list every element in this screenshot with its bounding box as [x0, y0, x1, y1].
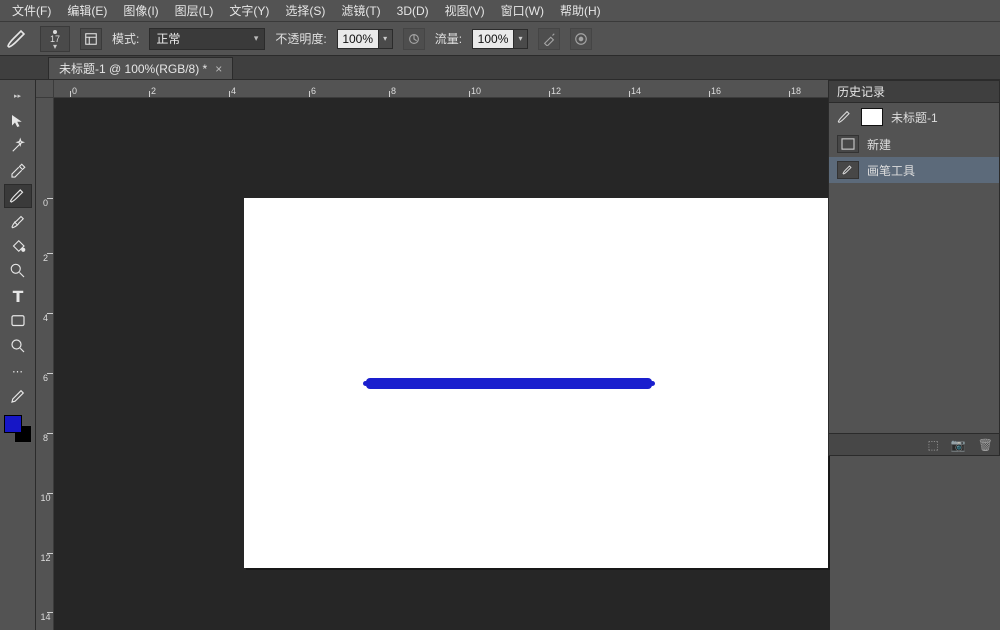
color-swatches[interactable]: [4, 415, 32, 443]
history-step-label: 画笔工具: [867, 162, 915, 179]
tool-paint-bucket[interactable]: [4, 234, 32, 258]
painted-stroke: [366, 378, 652, 389]
ruler-tick: 10: [36, 493, 53, 503]
close-icon[interactable]: ×: [215, 62, 222, 76]
toolbox-collapse-icon[interactable]: ▸▸: [4, 84, 32, 108]
ruler-tick: 8: [36, 433, 53, 443]
foreground-color-swatch[interactable]: [4, 415, 22, 433]
tool-zoom[interactable]: [4, 334, 32, 358]
ruler-tick: 8: [389, 80, 396, 97]
new-document-icon: [841, 138, 855, 150]
options-bar: 17 ▾ 模式: 正常 ▾ 不透明度: 100% ▾ 流量: 100% ▾: [0, 22, 1000, 56]
tool-history-brush[interactable]: [4, 209, 32, 233]
flow-field[interactable]: 100% ▾: [472, 29, 528, 49]
current-tool-icon[interactable]: [6, 27, 30, 51]
tool-brush[interactable]: [4, 184, 32, 208]
snapshot-label: 未标题-1: [891, 109, 938, 126]
tool-magic-wand[interactable]: [4, 134, 32, 158]
snapshot-thumbnail: [861, 108, 883, 126]
flow-value[interactable]: 100%: [472, 29, 514, 49]
ruler-tick: 6: [36, 373, 53, 383]
menu-file[interactable]: 文件(F): [6, 0, 57, 21]
history-step[interactable]: 新建: [829, 131, 999, 157]
history-panel: 历史记录 未标题-1 新建 画笔工具 ⬚ 📷 🗑: [828, 80, 1000, 456]
tool-type[interactable]: [4, 284, 32, 308]
ruler-tick: 0: [70, 80, 77, 97]
airbrush-icon[interactable]: [538, 28, 560, 50]
viewport[interactable]: [54, 98, 830, 630]
history-step-icon: [837, 161, 859, 179]
ruler-tick: 12: [549, 80, 561, 97]
menu-type[interactable]: 文字(Y): [223, 0, 275, 21]
ruler-tick: 14: [36, 612, 53, 622]
mode-label: 模式:: [112, 30, 139, 47]
history-panel-footer: ⬚ 📷 🗑: [829, 433, 999, 455]
menu-filter[interactable]: 滤镜(T): [335, 0, 386, 21]
menu-view[interactable]: 视图(V): [439, 0, 491, 21]
chevron-down-icon[interactable]: ▾: [514, 29, 528, 49]
history-step-icon: [837, 135, 859, 153]
document-tab[interactable]: 未标题-1 @ 100%(RGB/8) * ×: [48, 57, 233, 79]
ruler-vertical[interactable]: 0 2 4 6 8 10 12 14: [36, 98, 54, 630]
ruler-tick: 2: [36, 253, 53, 263]
ruler-horizontal[interactable]: 02468101214161820: [54, 80, 830, 98]
ruler-origin[interactable]: [36, 80, 54, 98]
work-area: ▸▸ ⋯ 02468101214161820 02468101214 历史记录: [0, 80, 1000, 630]
brush-icon: [841, 164, 855, 176]
ruler-tick: 6: [309, 80, 316, 97]
history-snapshot-row[interactable]: 未标题-1: [829, 103, 999, 131]
tablet-pressure-size-icon[interactable]: [570, 28, 592, 50]
ruler-tick: 12: [36, 553, 53, 563]
trash-icon[interactable]: 🗑: [978, 438, 993, 452]
blend-mode-select[interactable]: 正常 ▾: [149, 28, 265, 50]
toolbox-more[interactable]: ⋯: [4, 359, 32, 383]
ruler-tick: 0: [36, 198, 53, 208]
blend-mode-value: 正常: [156, 30, 180, 47]
camera-icon[interactable]: 📷: [951, 438, 966, 452]
menu-image[interactable]: 图像(I): [117, 0, 164, 21]
flow-label: 流量:: [435, 30, 462, 47]
history-step[interactable]: 画笔工具: [829, 157, 999, 183]
menu-select[interactable]: 选择(S): [279, 0, 331, 21]
tool-eyedropper[interactable]: [4, 159, 32, 183]
ruler-tick: 10: [469, 80, 481, 97]
ruler-tick: 14: [629, 80, 641, 97]
chevron-down-icon[interactable]: ▾: [379, 29, 393, 49]
right-panel-column: 历史记录 未标题-1 新建 画笔工具 ⬚ 📷 🗑: [828, 80, 1000, 456]
tool-shape[interactable]: [4, 309, 32, 333]
menu-edit[interactable]: 编辑(E): [61, 0, 113, 21]
menu-window[interactable]: 窗口(W): [495, 0, 550, 21]
tool-dodge[interactable]: [4, 259, 32, 283]
menu-help[interactable]: 帮助(H): [554, 0, 607, 21]
canvas-document[interactable]: [244, 198, 828, 568]
ruler-tick: 18: [789, 80, 801, 97]
chevron-down-icon: ▾: [53, 44, 57, 50]
ruler-tick: 16: [709, 80, 721, 97]
menu-layer[interactable]: 图层(L): [169, 0, 220, 21]
document-tab-title: 未标题-1 @ 100%(RGB/8) *: [59, 60, 207, 77]
toolbox: ▸▸ ⋯: [0, 80, 36, 630]
history-step-label: 新建: [867, 136, 891, 153]
tool-move[interactable]: [4, 109, 32, 133]
opacity-field[interactable]: 100% ▾: [337, 29, 393, 49]
menu-bar: 文件(F) 编辑(E) 图像(I) 图层(L) 文字(Y) 选择(S) 滤镜(T…: [0, 0, 1000, 22]
create-snapshot-icon[interactable]: ⬚: [927, 438, 938, 452]
ruler-tick: 4: [36, 313, 53, 323]
brush-preset-picker[interactable]: 17 ▾: [40, 26, 70, 52]
opacity-value[interactable]: 100%: [337, 29, 379, 49]
history-panel-title[interactable]: 历史记录: [829, 81, 999, 103]
document-tab-strip: 未标题-1 @ 100%(RGB/8) * ×: [0, 56, 1000, 80]
tool-edit-toolbar[interactable]: [4, 384, 32, 408]
brush-icon: [837, 109, 853, 125]
opacity-label: 不透明度:: [275, 30, 326, 47]
brush-panel-toggle[interactable]: [80, 28, 102, 50]
ruler-tick: 2: [149, 80, 156, 97]
chevron-down-icon: ▾: [254, 33, 259, 44]
tablet-pressure-opacity-icon[interactable]: [403, 28, 425, 50]
ruler-tick: 4: [229, 80, 236, 97]
canvas-area: 02468101214161820 02468101214: [36, 80, 830, 630]
menu-3d[interactable]: 3D(D): [391, 2, 435, 20]
